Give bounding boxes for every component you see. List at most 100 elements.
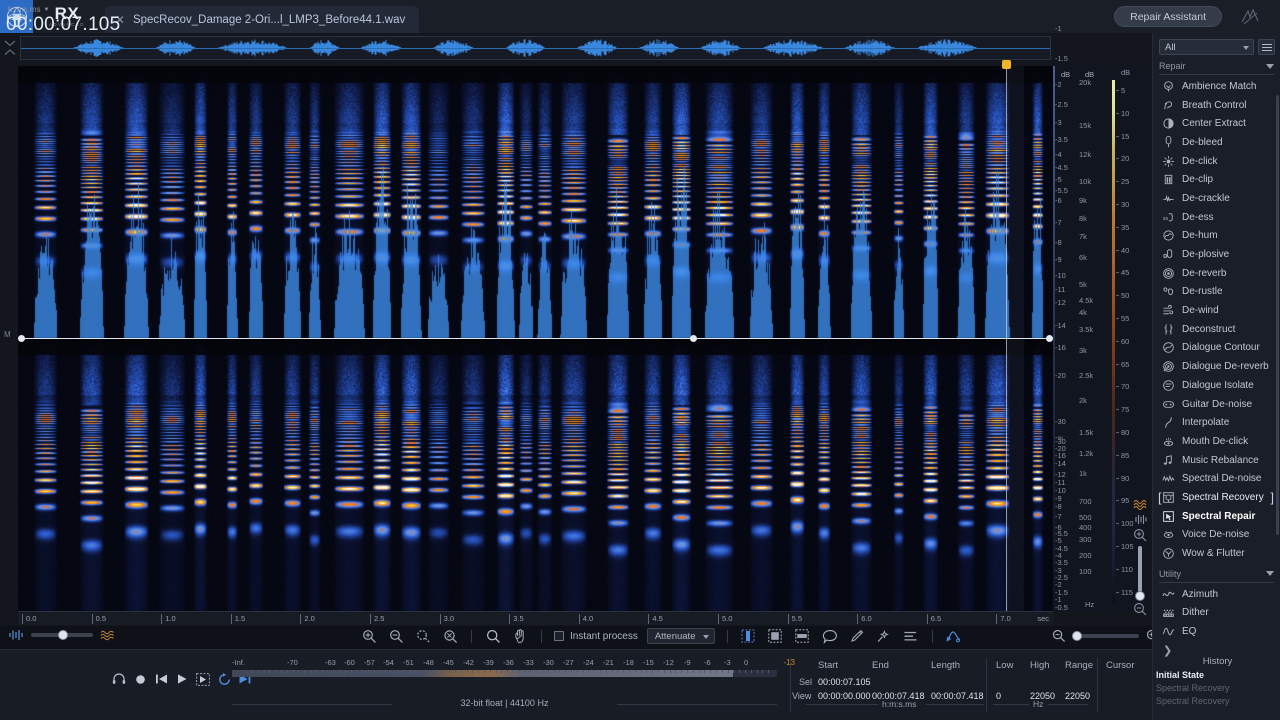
module-item-dither[interactable]: Dither [1153, 604, 1280, 623]
module-item-mouth-de-click[interactable]: Mouth De-click [1153, 432, 1280, 451]
module-item-spectral-de-noise[interactable]: Spectral De-noise [1153, 469, 1280, 488]
spectrogram-view-icon[interactable] [1133, 498, 1149, 510]
module-item-de-reverb[interactable]: De-reverb [1153, 264, 1280, 283]
frequency-ruler[interactable]: dB dB -1 -1.5 -2 -2.5 -3 -3.5 -4 -4.5 -5 -5.5 -6 -7… [1053, 24, 1105, 612]
sel-start-value[interactable]: 00:00:07.105 [818, 677, 871, 687]
overview-waveform[interactable] [20, 36, 1051, 60]
lasso-selection-icon[interactable] [821, 627, 839, 645]
module-item-de-ess[interactable]: ss De-ess [1153, 208, 1280, 227]
module-item-ambience-match[interactable]: Ambience Match [1153, 77, 1280, 96]
module-item-de-click[interactable]: De-click [1153, 152, 1280, 171]
play-selection-icon[interactable] [196, 672, 210, 686]
channel-divider-handle-right[interactable] [1046, 335, 1053, 342]
chevron-down-icon[interactable]: ▼ [43, 7, 49, 13]
chevron-down-icon[interactable] [1266, 63, 1274, 69]
waveform-spectrogram-mix-slider[interactable] [31, 630, 93, 640]
playhead-flag-icon[interactable] [1002, 60, 1011, 69]
document-tab[interactable]: ✕ SpecRecov_Damage 2-Ori...l_LMP3_Before… [104, 6, 420, 33]
view-length-value[interactable]: 00:00:07.418 [931, 691, 984, 701]
sidebar-scrollbar[interactable] [1276, 95, 1279, 535]
module-item-music-rebalance[interactable]: Music Rebalance [1153, 451, 1280, 470]
module-item-spectral-repair[interactable]: Spectral Repair [1153, 507, 1280, 526]
level-meter[interactable]: -Inf. -70 -63 -60 -57 -54 -51 -48 -45 -42 -39 -36 -3… [232, 658, 795, 677]
module-item-dialogue-isolate[interactable]: Dialogue Isolate [1153, 376, 1280, 395]
collapse-expand-icon[interactable] [2, 37, 18, 59]
module-item-de-hum[interactable]: De-hum [1153, 227, 1280, 246]
module-item-de-bleed[interactable]: De-bleed [1153, 133, 1280, 152]
view-low-value[interactable]: 0 [996, 691, 1001, 701]
skip-to-start-icon[interactable] [154, 672, 168, 686]
chevron-down-icon[interactable] [1266, 571, 1274, 577]
mix-slider-knob[interactable] [58, 630, 69, 640]
module-item-de-wind[interactable]: De-wind [1153, 301, 1280, 320]
loop-icon[interactable] [217, 672, 231, 686]
brush-selection-icon[interactable] [848, 627, 866, 645]
vertical-zoom-in-icon[interactable] [1133, 528, 1148, 543]
zoom-in-icon[interactable] [387, 627, 405, 645]
magic-wand-icon[interactable] [875, 627, 893, 645]
timecode-format-select[interactable]: h:m:s.ms ▼ [8, 5, 49, 14]
module-item-eq[interactable]: EQ [1153, 622, 1280, 641]
level-meter-bar [232, 670, 777, 677]
process-mode-select[interactable]: Attenuate [646, 628, 715, 644]
harmonic-selection-icon[interactable] [902, 627, 920, 645]
module-item-de-plosive[interactable]: De-plosive [1153, 245, 1280, 264]
module-item-azimuth[interactable]: Azimuth [1153, 585, 1280, 604]
level-meter-minor-tick [756, 670, 758, 673]
spectrogram-view-icon[interactable] [100, 629, 116, 641]
module-filter-select[interactable]: All [1159, 39, 1254, 55]
channel-divider-handle-left[interactable] [18, 335, 25, 342]
module-item-de-clip[interactable]: De-clip [1153, 170, 1280, 189]
module-item-dialogue-contour[interactable]: Dialogue Contour [1153, 339, 1280, 358]
history-item[interactable]: Spectral Recovery [1155, 696, 1280, 706]
time-frequency-selection-icon[interactable] [767, 627, 785, 645]
view-range-value[interactable]: 22050 [1065, 691, 1090, 701]
history-item[interactable]: Initial State [1155, 670, 1280, 680]
module-item-guitar-de-noise[interactable]: Guitar De-noise [1153, 395, 1280, 414]
module-group-header-repair[interactable]: Repair [1159, 61, 1274, 75]
module-item-breath-control[interactable]: Breath Control [1153, 96, 1280, 115]
vertical-zoom-out-icon[interactable] [1133, 602, 1148, 617]
horizontal-zoom-out-icon[interactable] [1052, 629, 1066, 643]
frequency-selection-icon[interactable] [794, 627, 812, 645]
module-item-interpolate[interactable]: Interpolate [1153, 413, 1280, 432]
module-item-de-rustle[interactable]: De-rustle [1153, 283, 1280, 302]
horizontal-zoom-knob[interactable] [1071, 631, 1082, 641]
zoom-to-selection-icon[interactable] [414, 627, 432, 645]
vertical-zoom-slider[interactable] [1138, 546, 1142, 592]
freq-hz-tick: 300 [1079, 535, 1092, 544]
play-icon[interactable] [175, 672, 189, 686]
channel-divider-handle-mid[interactable] [690, 335, 697, 342]
instant-process-toggle[interactable]: Instant process [554, 631, 638, 642]
record-icon[interactable] [133, 672, 147, 686]
history-item[interactable]: Spectral Recovery [1155, 683, 1280, 693]
module-item-spectral-recovery[interactable]: Spectral Recovery [] [1153, 488, 1280, 507]
module-group-header-utility[interactable]: Utility [1159, 569, 1274, 583]
waveform-view-icon[interactable] [1134, 514, 1148, 525]
module-item-voice-de-noise[interactable]: Voice De-noise [1153, 526, 1280, 545]
hand-tool-icon[interactable] [511, 627, 529, 645]
horizontal-zoom-slider[interactable] [1071, 631, 1139, 641]
assistant-wave-icon[interactable] [1240, 8, 1260, 26]
zoom-reset-icon[interactable] [441, 627, 459, 645]
zoom-out-icon[interactable] [360, 627, 378, 645]
pen-tool-icon[interactable] [945, 627, 963, 645]
headphones-icon[interactable] [112, 672, 126, 686]
repair-assistant-button[interactable]: Repair Assistant [1114, 6, 1222, 27]
time-selection-icon[interactable] [740, 627, 758, 645]
module-item-center-extract[interactable]: Center Extract [1153, 114, 1280, 133]
amplitude-db-tickmark [1116, 295, 1119, 297]
module-item-dialogue-de-reverb[interactable]: Dialogue De-reverb [1153, 357, 1280, 376]
instant-process-checkbox[interactable] [554, 631, 564, 641]
show-more-chevron-icon[interactable]: ❯ [1153, 641, 1280, 657]
waveform-view-icon[interactable] [8, 629, 24, 641]
module-item-de-crackle[interactable]: De-crackle [1153, 189, 1280, 208]
level-meter-tick: -24 [583, 658, 594, 667]
module-item-wow-flutter[interactable]: Wow & Flutter [1153, 544, 1280, 563]
view-start-value[interactable]: 00:00:00.000 [818, 691, 871, 701]
module-item-deconstruct[interactable]: Deconstruct [1153, 320, 1280, 339]
module-list-menu-icon[interactable] [1258, 39, 1275, 55]
magnifier-tool-icon[interactable] [484, 627, 502, 645]
vertical-zoom-slider-knob[interactable] [1135, 591, 1145, 601]
time-ruler[interactable]: 0.0 0.5 1.0 1.5 2.0 2.5 3.0 3.5 4.0 4.5 5.0 5.5 6.0 6… [18, 611, 1053, 625]
